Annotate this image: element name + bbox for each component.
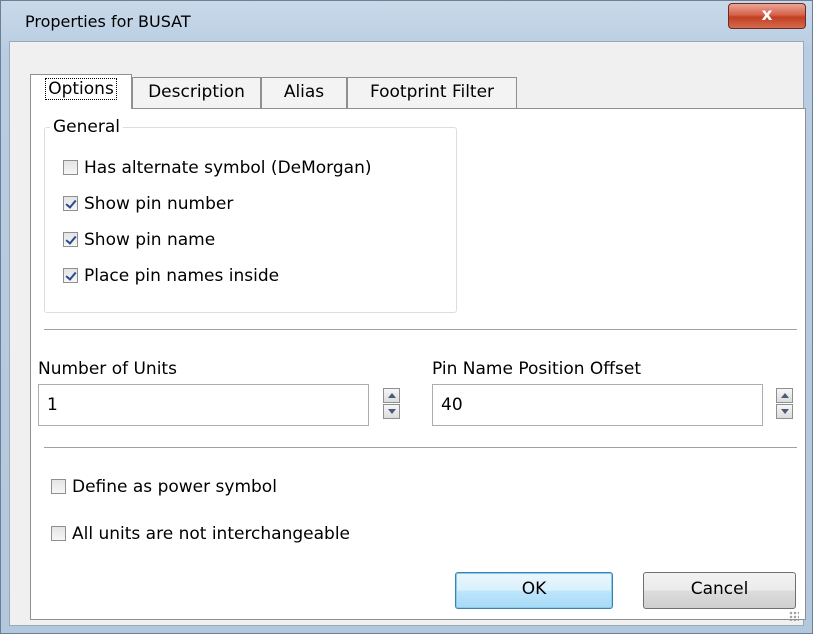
pin-name-offset-label: Pin Name Position Offset [432, 359, 642, 379]
spin-down-icon[interactable] [776, 404, 793, 419]
number-of-units-label: Number of Units [38, 359, 177, 379]
close-button[interactable]: x [728, 3, 806, 29]
tab-description[interactable]: Description [132, 77, 261, 108]
tab-footprint-filter[interactable]: Footprint Filter [347, 77, 517, 108]
checkbox-icon[interactable] [63, 160, 78, 175]
general-group: General Has alternate symbol (DeMorgan) … [44, 117, 457, 313]
close-icon: x [761, 5, 773, 25]
pin-name-offset-spinner[interactable] [776, 388, 793, 419]
tab-description-label: Description [148, 82, 245, 102]
number-of-units-spinner[interactable] [383, 388, 400, 419]
resize-grip-icon[interactable] [789, 611, 799, 621]
properties-dialog: Properties for BUSAT x Options Descripti… [0, 0, 813, 634]
separator [44, 329, 797, 331]
title-bar[interactable]: Properties for BUSAT x [1, 1, 812, 41]
pin-name-offset-input[interactable] [432, 384, 763, 426]
spin-up-icon[interactable] [776, 388, 793, 403]
show-pin-name-label: Show pin name [84, 230, 216, 250]
window-title: Properties for BUSAT [25, 12, 191, 31]
ok-button[interactable]: OK [455, 572, 613, 609]
tab-alias-label: Alias [283, 82, 325, 102]
checkbox-icon[interactable] [63, 232, 78, 247]
define-power-symbol-label: Define as power symbol [72, 477, 277, 497]
tab-footprint-filter-label: Footprint Filter [369, 82, 495, 102]
has-alternate-symbol-label: Has alternate symbol (DeMorgan) [84, 158, 372, 178]
show-pin-number-label: Show pin number [84, 194, 234, 214]
dialog-client-area: Options Description Alias Footprint Filt… [9, 41, 806, 626]
checkbox-icon[interactable] [51, 526, 66, 541]
checkbox-icon[interactable] [63, 196, 78, 211]
separator [44, 447, 797, 449]
cancel-button[interactable]: Cancel [643, 572, 796, 609]
spin-down-icon[interactable] [383, 404, 400, 419]
place-pin-names-inside-label: Place pin names inside [84, 266, 280, 286]
tab-alias[interactable]: Alias [261, 77, 347, 108]
number-of-units-input[interactable] [38, 384, 369, 426]
general-group-title: General [50, 117, 123, 137]
options-panel: General Has alternate symbol (DeMorgan) … [30, 108, 806, 620]
units-not-interchangeable-label: All units are not interchangeable [72, 524, 351, 544]
tab-options-label: Options [45, 78, 117, 100]
tab-options[interactable]: Options [30, 74, 132, 109]
checkbox-icon[interactable] [51, 479, 66, 494]
spin-up-icon[interactable] [383, 388, 400, 403]
checkbox-icon[interactable] [63, 268, 78, 283]
